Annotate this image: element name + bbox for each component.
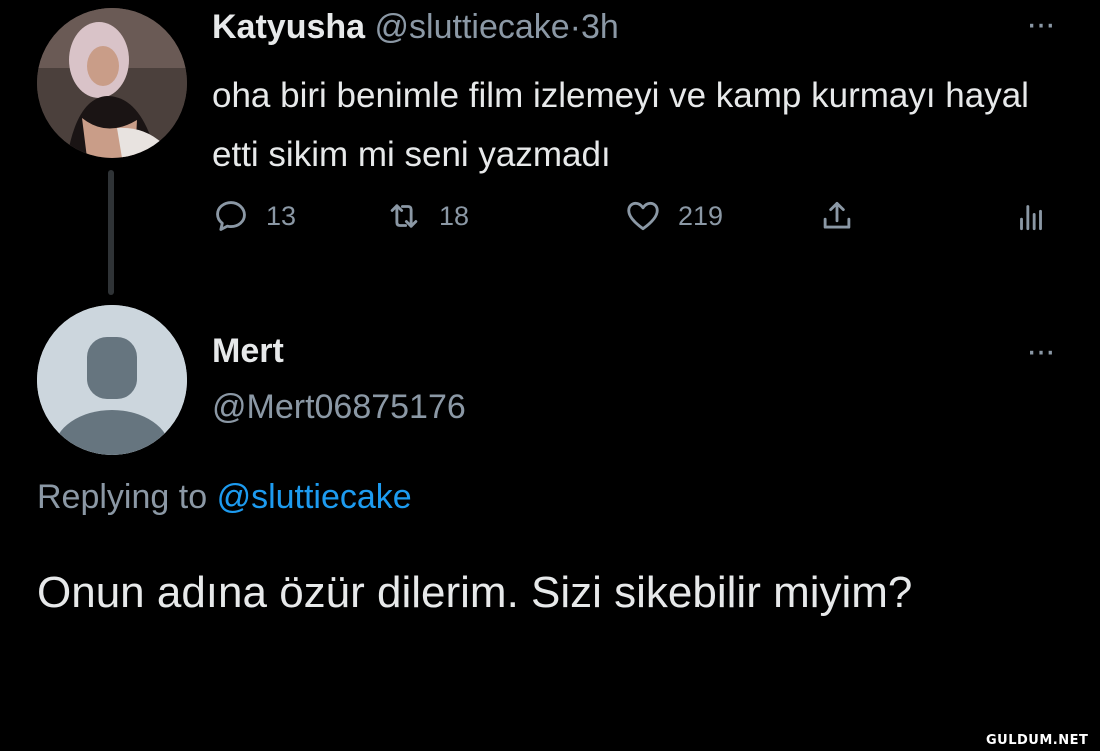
reply-icon bbox=[216, 201, 246, 231]
tweet-text: Onun adına özür dilerim. Sizi sikebilir … bbox=[37, 568, 913, 617]
replying-prefix: Replying to bbox=[37, 478, 208, 516]
separator: · bbox=[569, 8, 581, 46]
retweet-count: 18 bbox=[439, 200, 470, 231]
more-options-button[interactable]: ··· bbox=[1026, 5, 1056, 44]
default-avatar[interactable] bbox=[37, 305, 187, 455]
like-icon bbox=[627, 201, 659, 231]
watermark: GULDUM.NET bbox=[986, 733, 1089, 748]
like-button[interactable]: 219 bbox=[624, 197, 723, 235]
reply-count: 13 bbox=[266, 200, 297, 231]
replying-to: Replying to @sluttiecake bbox=[37, 478, 412, 517]
handle[interactable]: @Mert06875176 bbox=[212, 388, 466, 427]
tweet-header: Katyusha @sluttiecake·3h bbox=[212, 8, 619, 47]
display-name[interactable]: Mert bbox=[212, 332, 284, 371]
like-count: 219 bbox=[678, 200, 724, 231]
retweet-button[interactable]: 18 bbox=[385, 197, 469, 235]
more-options-button[interactable]: ··· bbox=[1026, 332, 1056, 371]
default-avatar-icon bbox=[37, 305, 187, 455]
share-icon bbox=[823, 201, 851, 229]
analytics-icon bbox=[1020, 205, 1042, 231]
thread-connector bbox=[108, 170, 114, 295]
timestamp[interactable]: 3h bbox=[581, 8, 619, 46]
reply-button[interactable]: 13 bbox=[212, 197, 296, 235]
display-name[interactable]: Katyusha bbox=[212, 8, 365, 46]
avatar[interactable] bbox=[37, 8, 187, 158]
analytics-button[interactable] bbox=[1012, 197, 1050, 235]
profile-photo bbox=[37, 8, 187, 158]
tweet-actions: 13 18 219 bbox=[212, 197, 1052, 241]
share-button[interactable] bbox=[818, 197, 856, 235]
handle[interactable]: @sluttiecake bbox=[375, 8, 570, 46]
mention-link[interactable]: @sluttiecake bbox=[217, 478, 412, 516]
tweet-text: oha biri benimle film izlemeyi ve kamp k… bbox=[212, 76, 1029, 174]
retweet-icon bbox=[390, 204, 418, 228]
